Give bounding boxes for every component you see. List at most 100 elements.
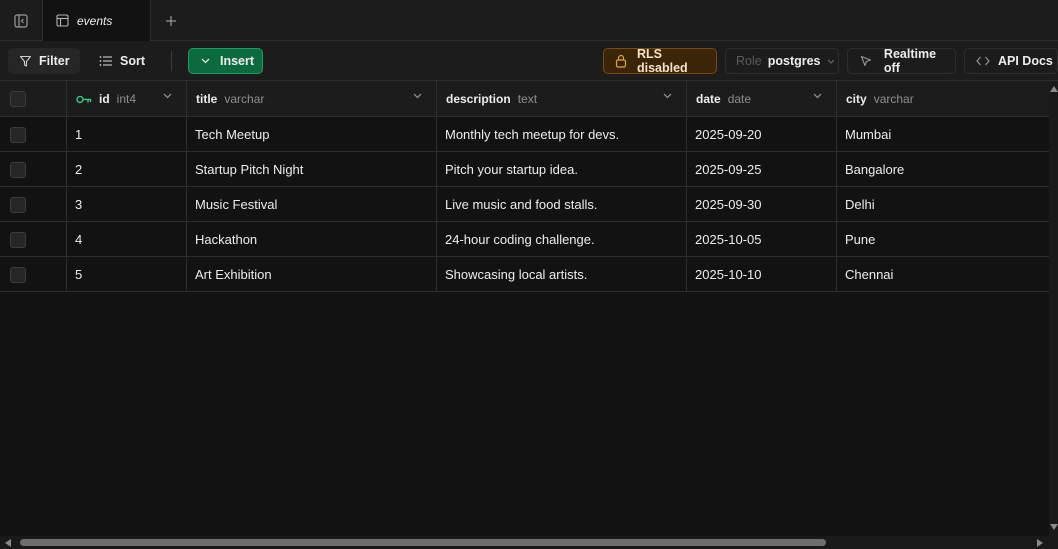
- cell-id[interactable]: 4: [67, 222, 187, 257]
- cell-city[interactable]: Mumbai: [837, 117, 1049, 152]
- column-type: date: [727, 92, 752, 106]
- role-prefix: Role: [736, 54, 762, 68]
- column-name: city: [846, 92, 867, 106]
- table-row[interactable]: 5 Art Exhibition Showcasing local artist…: [0, 257, 1049, 292]
- row-checkbox[interactable]: [10, 161, 26, 178]
- column-header-date[interactable]: date date: [687, 81, 837, 117]
- cell-city[interactable]: Chennai: [837, 257, 1049, 292]
- tab-label: events: [77, 13, 113, 28]
- select-all-checkbox[interactable]: [10, 91, 26, 107]
- sort-button[interactable]: Sort: [92, 48, 154, 74]
- add-tab-button[interactable]: [160, 10, 182, 32]
- table-row[interactable]: 3 Music Festival Live music and food sta…: [0, 187, 1049, 222]
- cell-date[interactable]: 2025-10-05: [687, 222, 837, 257]
- cell-city[interactable]: Pune: [837, 222, 1049, 257]
- row-checkbox[interactable]: [10, 266, 26, 283]
- cell-description[interactable]: Pitch your startup idea.: [437, 152, 687, 187]
- column-type: varchar: [224, 92, 265, 106]
- api-docs-button[interactable]: API Docs: [964, 48, 1058, 74]
- vertical-scrollbar[interactable]: [1049, 81, 1058, 536]
- cell-description[interactable]: Monthly tech meetup for devs.: [437, 117, 687, 152]
- tab-events[interactable]: events: [43, 0, 151, 41]
- realtime-button[interactable]: Realtime off: [847, 47, 956, 75]
- scroll-up-arrow-icon[interactable]: [1050, 86, 1058, 92]
- cell-id[interactable]: 3: [67, 187, 187, 222]
- sidebar-panel-icon: [14, 13, 28, 28]
- cell-description[interactable]: 24-hour coding challenge.: [437, 222, 687, 257]
- column-name: id: [99, 92, 110, 106]
- row-checkbox[interactable]: [10, 126, 26, 143]
- row-select-cell: [0, 117, 67, 152]
- cell-date[interactable]: 2025-09-20: [687, 117, 837, 152]
- chevron-down-icon: [201, 58, 210, 64]
- cell-description[interactable]: Showcasing local artists.: [437, 257, 687, 292]
- chevron-down-icon[interactable]: [413, 93, 422, 99]
- column-header-id[interactable]: id int4: [67, 81, 187, 117]
- table-row[interactable]: 2 Startup Pitch Night Pitch your startup…: [0, 152, 1049, 187]
- chevron-down-icon[interactable]: [663, 93, 672, 99]
- cell-title[interactable]: Startup Pitch Night: [187, 152, 437, 187]
- cell-city[interactable]: Bangalore: [837, 152, 1049, 187]
- cell-city[interactable]: Delhi: [837, 187, 1049, 222]
- cell-title[interactable]: Tech Meetup: [187, 117, 437, 152]
- scroll-down-arrow-icon[interactable]: [1050, 524, 1058, 530]
- row-select-cell: [0, 222, 67, 257]
- chevron-down-icon[interactable]: [163, 93, 172, 99]
- list-icon: [99, 56, 112, 66]
- rls-status-button[interactable]: RLS disabled: [603, 47, 717, 75]
- column-type: text: [517, 92, 538, 106]
- insert-label: Insert: [220, 54, 255, 68]
- column-name: date: [696, 92, 721, 106]
- column-name: title: [196, 92, 218, 106]
- realtime-label: Realtime off: [883, 47, 937, 75]
- tab-bar: events: [0, 0, 1058, 41]
- column-header-city[interactable]: city varchar: [837, 81, 1049, 117]
- role-value: postgres: [767, 54, 821, 68]
- grid-header: id int4 title varchar description text d…: [0, 81, 1049, 117]
- key-icon: [76, 95, 92, 103]
- table-icon: [56, 14, 69, 27]
- code-icon: [976, 56, 990, 66]
- cell-date[interactable]: 2025-10-10: [687, 257, 837, 292]
- lock-icon: [615, 54, 627, 68]
- api-docs-label: API Docs: [998, 54, 1053, 68]
- row-select-cell: [0, 152, 67, 187]
- plus-icon: [166, 16, 176, 26]
- data-grid: id int4 title varchar description text d…: [0, 81, 1049, 292]
- cell-title[interactable]: Hackathon: [187, 222, 437, 257]
- role-selector[interactable]: Role postgres: [725, 48, 839, 74]
- sort-label: Sort: [120, 54, 145, 68]
- cell-description[interactable]: Live music and food stalls.: [437, 187, 687, 222]
- toolbar-divider: [171, 51, 172, 71]
- select-all-cell: [0, 81, 67, 117]
- row-checkbox[interactable]: [10, 231, 26, 248]
- cell-title[interactable]: Art Exhibition: [187, 257, 437, 292]
- filter-icon: [19, 55, 32, 67]
- horizontal-scrollbar-thumb[interactable]: [20, 539, 826, 546]
- sidebar-toggle-button[interactable]: [0, 0, 43, 41]
- column-name: description: [446, 92, 511, 106]
- cell-date[interactable]: 2025-09-25: [687, 152, 837, 187]
- row-checkbox[interactable]: [10, 196, 26, 213]
- table-toolbar: Filter Sort Insert RLS disabled Role pos…: [0, 41, 1058, 81]
- scroll-right-arrow-icon[interactable]: [1037, 539, 1043, 547]
- cell-id[interactable]: 2: [67, 152, 187, 187]
- row-select-cell: [0, 257, 67, 292]
- scroll-left-arrow-icon[interactable]: [5, 539, 11, 547]
- chevron-down-icon: [827, 59, 834, 64]
- filter-label: Filter: [39, 54, 70, 68]
- table-row[interactable]: 1 Tech Meetup Monthly tech meetup for de…: [0, 117, 1049, 152]
- cell-id[interactable]: 5: [67, 257, 187, 292]
- filter-button[interactable]: Filter: [8, 48, 80, 74]
- cell-title[interactable]: Music Festival: [187, 187, 437, 222]
- insert-button[interactable]: Insert: [188, 48, 263, 74]
- cell-date[interactable]: 2025-09-30: [687, 187, 837, 222]
- cell-id[interactable]: 1: [67, 117, 187, 152]
- cursor-icon: [860, 55, 871, 67]
- chevron-down-icon[interactable]: [813, 93, 822, 99]
- rls-label: RLS disabled: [636, 47, 688, 75]
- table-row[interactable]: 4 Hackathon 24-hour coding challenge. 20…: [0, 222, 1049, 257]
- column-type: varchar: [873, 92, 914, 106]
- column-header-description[interactable]: description text: [437, 81, 687, 117]
- column-header-title[interactable]: title varchar: [187, 81, 437, 117]
